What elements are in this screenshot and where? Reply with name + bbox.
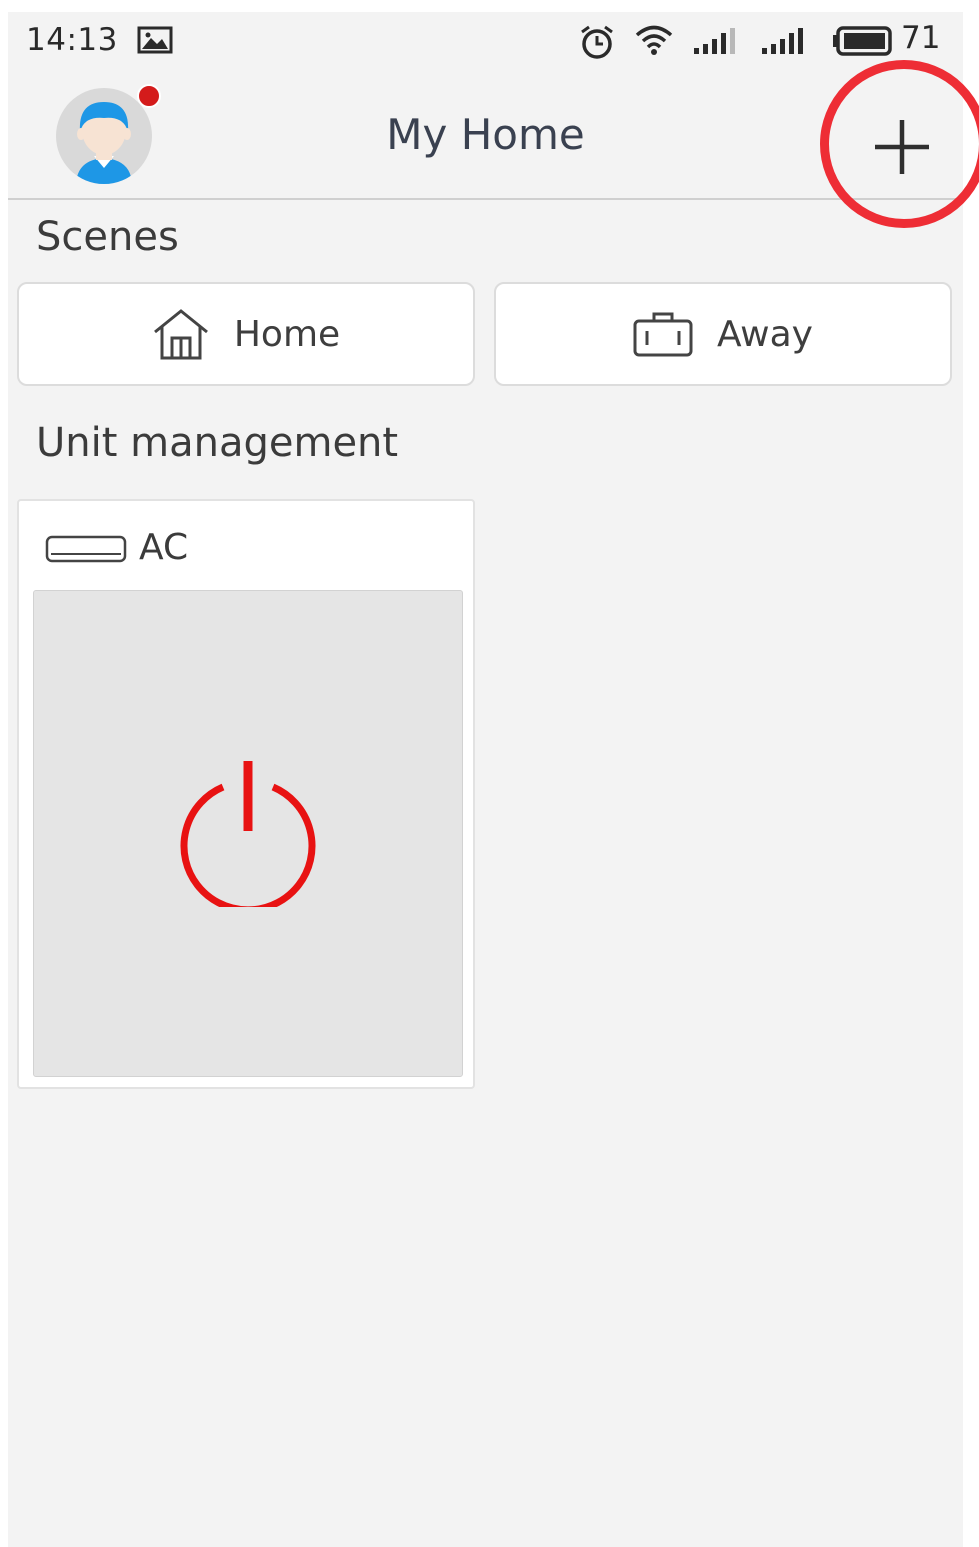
suitcase-icon — [633, 312, 693, 357]
unit-management-title: Unit management — [36, 420, 399, 466]
power-toggle[interactable] — [33, 590, 463, 1077]
scene-away-button[interactable]: Away — [494, 282, 952, 386]
status-time: 14:13 — [26, 22, 118, 58]
notification-badge — [137, 84, 161, 108]
scene-home-label: Home — [233, 313, 341, 355]
gallery-icon — [137, 26, 173, 54]
power-icon — [180, 761, 316, 907]
alarm-icon — [581, 25, 613, 59]
unit-card-ac[interactable]: AC — [17, 499, 475, 1089]
signal-icon — [762, 28, 803, 54]
highlight-ring — [820, 60, 979, 228]
app-header: My Home — [8, 60, 979, 228]
unit-name: AC — [139, 527, 189, 568]
scene-home-button[interactable]: Home — [17, 282, 475, 386]
battery-icon — [833, 26, 892, 56]
air-conditioner-icon — [45, 535, 127, 563]
status-bar: 14:13 71 — [8, 12, 963, 70]
wifi-icon — [635, 25, 673, 55]
scene-away-label: Away — [717, 313, 813, 355]
app-screen: 14:13 71 My Home Scenes Home Away Unit m… — [8, 12, 979, 1547]
battery-level: 71 — [901, 20, 941, 56]
signal-icon — [694, 28, 735, 54]
scenes-section-title: Scenes — [36, 214, 179, 260]
house-icon — [153, 309, 208, 360]
